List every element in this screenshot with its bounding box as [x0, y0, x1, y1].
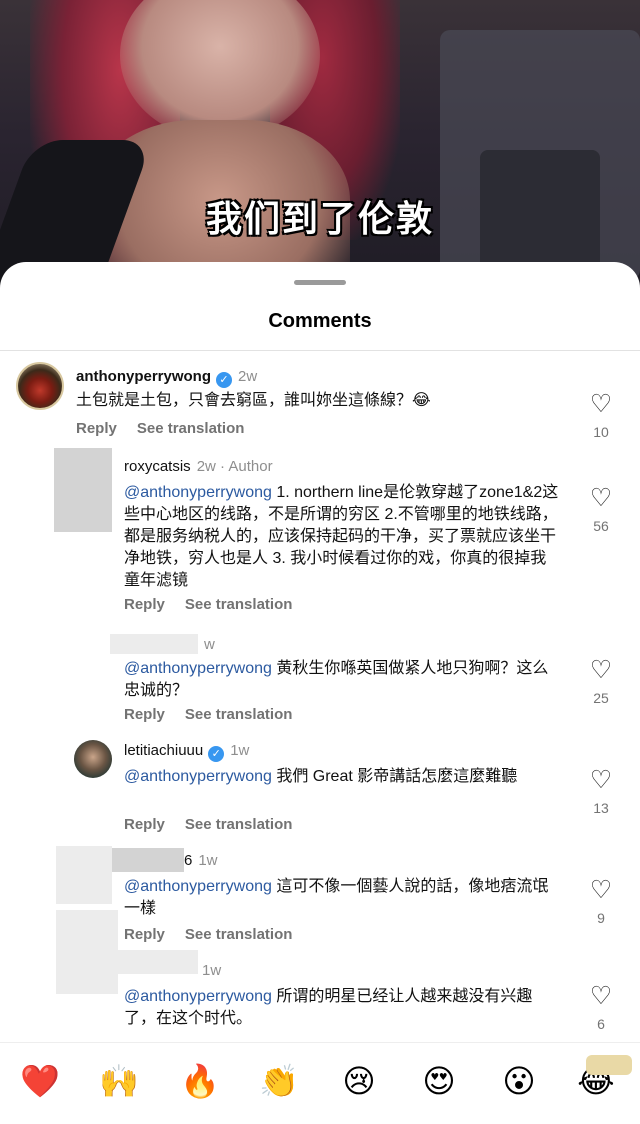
heart-outline-icon[interactable]: ♡	[586, 484, 616, 512]
heart-outline-icon[interactable]: ♡	[586, 876, 616, 904]
see-translation-button[interactable]: See translation	[185, 816, 293, 833]
comment-text: 土包就是土包，只會去窮區，誰叫妳坐這條線？😂	[76, 392, 431, 409]
reaction-clap-icon[interactable]: 👏	[257, 1059, 301, 1103]
comment-meta: w	[204, 636, 215, 653]
reply-button[interactable]: Reply	[124, 706, 165, 723]
see-translation-button[interactable]: See translation	[185, 706, 293, 723]
comment-text: @anthonyperrywong 1. northern line是伦敦穿越了…	[124, 482, 560, 592]
comment-header: 6 1w	[184, 852, 218, 869]
comment-meta: 1w	[198, 852, 218, 869]
reaction-heart-eyes-icon[interactable]: 😍	[417, 1059, 461, 1103]
comment-actions: Reply See translation	[124, 596, 312, 613]
see-translation-button[interactable]: See translation	[137, 420, 245, 437]
username[interactable]: 6	[184, 852, 192, 869]
comment-header: letitiachiuuu ✓ 1w	[124, 742, 249, 762]
reaction-heart-icon[interactable]: ❤️	[18, 1059, 62, 1103]
sheet-title: Comments	[268, 310, 372, 332]
comment-item: roxycatsis 2w · Author @anthonyperrywong …	[0, 446, 640, 626]
watermark-badge	[586, 1055, 632, 1075]
like-count: 6	[597, 1016, 605, 1032]
comment-item: 1w @anthonyperrywong 所谓的明星已经让人越来越没有兴趣了，在…	[0, 910, 640, 1040]
sheet-grabber[interactable]	[294, 280, 346, 285]
reaction-raised-hands-icon[interactable]: 🙌	[97, 1059, 141, 1103]
like-control[interactable]: ♡ 25	[586, 656, 616, 706]
redacted-avatar	[54, 448, 112, 532]
comment-item: w @anthonyperrywong 黄秋生你喺英国做紧人地只狗啊？这么忠诚的…	[0, 626, 640, 736]
comment-body: 我們 Great 影帝講話怎麼這麼難聽	[271, 768, 518, 785]
comment-actions: Reply See translation	[76, 420, 264, 437]
video-subtitle: 我们到了伦敦	[205, 199, 434, 240]
reply-button[interactable]: Reply	[76, 420, 117, 437]
avatar[interactable]	[74, 740, 112, 778]
like-control[interactable]: ♡ 56	[586, 484, 616, 534]
comment-time: 2w	[238, 368, 258, 385]
mention-link[interactable]: @anthonyperrywong	[124, 660, 272, 677]
heart-outline-icon[interactable]: ♡	[586, 656, 616, 684]
heart-outline-icon[interactable]: ♡	[586, 766, 616, 794]
redacted-avatar	[56, 846, 112, 904]
comment-header: w	[204, 636, 215, 653]
reaction-crying-icon[interactable]: 😢	[337, 1059, 381, 1103]
like-control[interactable]: ♡ 10	[586, 390, 616, 440]
comment-text: @anthonyperrywong 所谓的明星已经让人越来越没有兴趣了，在这个时…	[124, 986, 560, 1030]
comment-text: @anthonyperrywong 黄秋生你喺英国做紧人地只狗啊？这么忠诚的？	[124, 658, 560, 702]
mention-link[interactable]: @anthonyperrywong	[124, 878, 272, 895]
comment-item: letitiachiuuu ✓ 1w @anthonyperrywong 我們 Gr…	[0, 736, 640, 846]
username[interactable]: roxycatsis	[124, 458, 191, 475]
comment-time: 1w	[230, 742, 250, 759]
avatar[interactable]	[16, 362, 64, 410]
like-count: 10	[593, 424, 609, 440]
video-background: 我们到了伦敦	[0, 0, 640, 300]
like-count: 56	[593, 518, 609, 534]
verified-badge-icon: ✓	[216, 372, 233, 388]
comment-header: 1w	[198, 962, 221, 979]
reaction-fire-icon[interactable]: 🔥	[178, 1059, 222, 1103]
comment-item: anthonyperrywong ✓ 2w 土包就是土包，只會去窮區，誰叫妳坐這條線…	[0, 360, 640, 450]
comment-meta: 1w	[202, 962, 222, 979]
heart-outline-icon[interactable]: ♡	[586, 982, 616, 1010]
see-translation-button[interactable]: See translation	[185, 596, 293, 613]
mention-link[interactable]: @anthonyperrywong	[124, 768, 272, 785]
like-control[interactable]: ♡ 13	[586, 766, 616, 816]
redacted-username	[110, 634, 198, 654]
like-count: 13	[593, 800, 609, 816]
like-control[interactable]: ♡ 6	[586, 982, 616, 1032]
quick-reaction-bar: ❤️ 🙌 🔥 👏 😢 😍 😮 😂	[0, 1042, 640, 1124]
comment-text: @anthonyperrywong 我們 Great 影帝講話怎麼這麼難聽	[124, 766, 560, 788]
divider	[0, 350, 640, 351]
heart-outline-icon[interactable]: ♡	[586, 390, 616, 418]
username[interactable]: letitiachiuuu	[124, 742, 203, 759]
redacted-username	[104, 950, 198, 974]
comment-header: roxycatsis 2w · Author	[124, 458, 273, 475]
comment-actions: Reply See translation	[124, 706, 312, 723]
username[interactable]: anthonyperrywong	[76, 368, 211, 385]
comment-actions: Reply See translation	[124, 816, 312, 833]
redacted-username	[112, 848, 184, 872]
verified-badge-icon: ✓	[208, 746, 225, 762]
like-count: 25	[593, 690, 609, 706]
reply-button[interactable]: Reply	[124, 816, 165, 833]
comment-header: anthonyperrywong ✓ 2w	[76, 368, 257, 388]
mention-link[interactable]: @anthonyperrywong	[124, 484, 272, 501]
comments-sheet: Comments anthonyperrywong ✓ 2w 土包就是土包，只會去窮…	[0, 262, 640, 1124]
reaction-surprised-icon[interactable]: 😮	[497, 1059, 541, 1103]
comment-meta: 2w · Author	[196, 458, 273, 475]
reply-button[interactable]: Reply	[124, 596, 165, 613]
mention-link[interactable]: @anthonyperrywong	[124, 988, 272, 1005]
